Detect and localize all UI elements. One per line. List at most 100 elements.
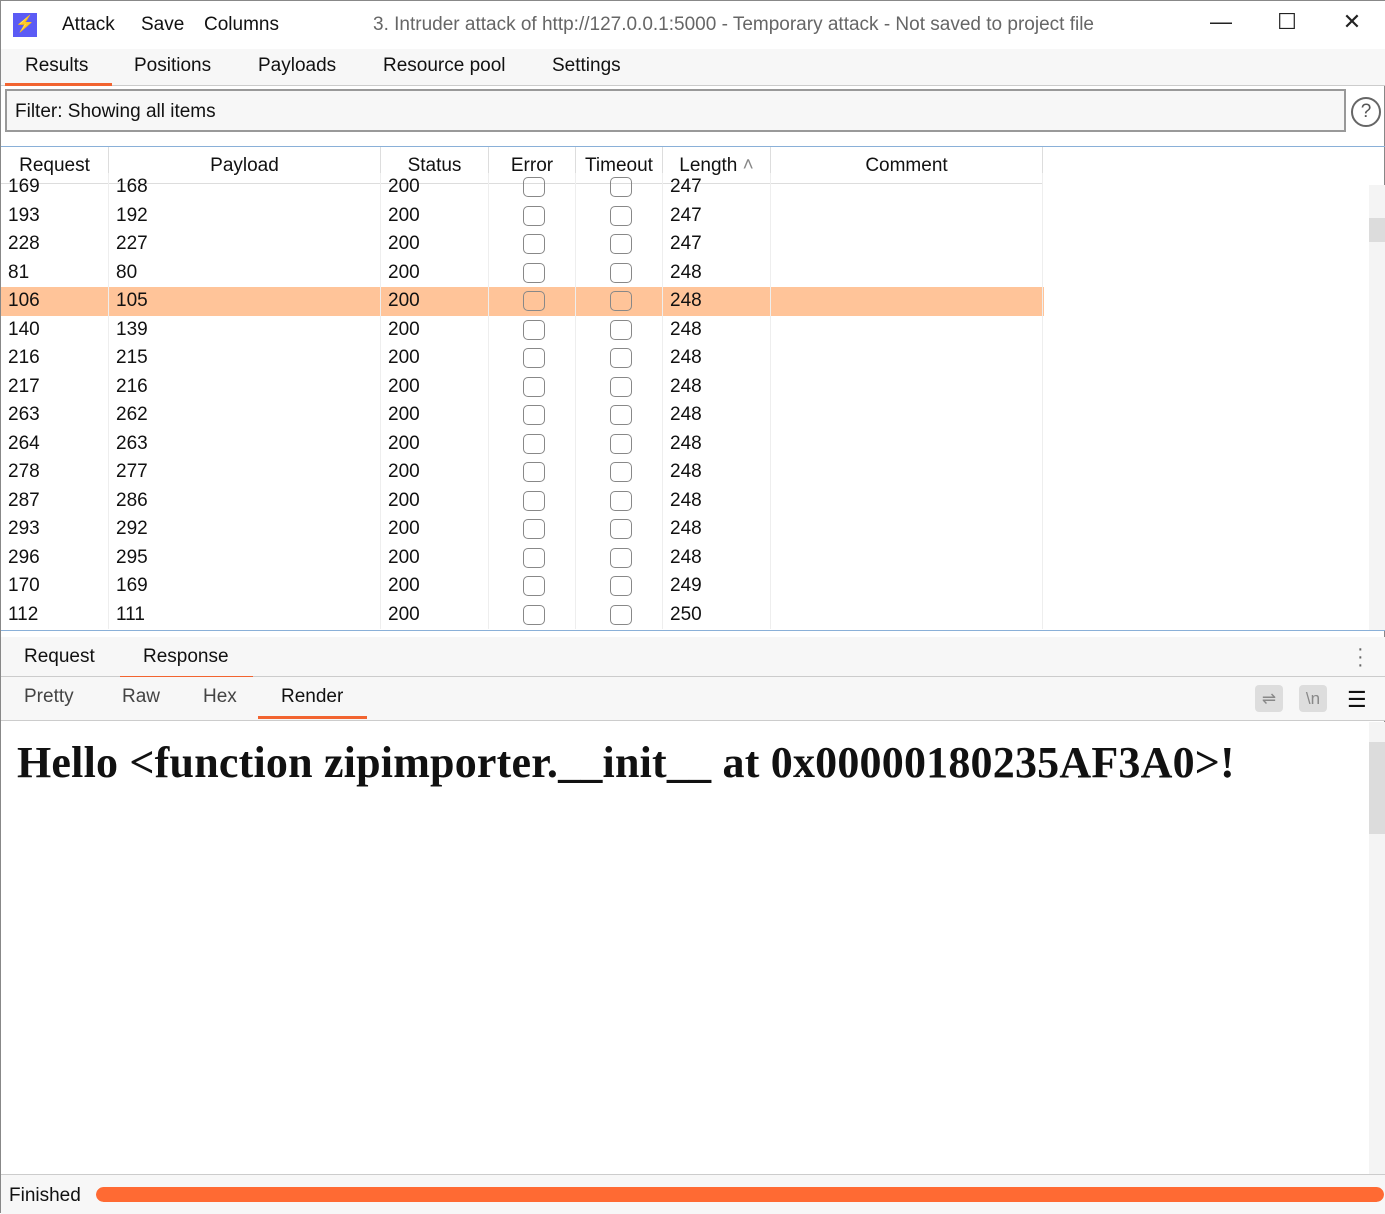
- timeout-cell: [576, 230, 663, 259]
- cell-status: 200: [381, 315, 489, 344]
- checkbox: [523, 462, 545, 482]
- cell-length: 248: [663, 515, 771, 544]
- cell-length: 248: [663, 258, 771, 287]
- timeout-cell: [576, 315, 663, 344]
- table-row[interactable]: 193 192 200 247: [1, 201, 1044, 230]
- error-cell: [489, 429, 576, 458]
- timeout-cell: [576, 258, 663, 287]
- checkbox: [610, 348, 632, 368]
- cell-comment: [771, 315, 1043, 344]
- help-icon[interactable]: ?: [1351, 97, 1381, 127]
- filter-bar[interactable]: Filter: Showing all items: [5, 89, 1346, 132]
- newline-icon[interactable]: \n: [1299, 685, 1327, 712]
- error-cell: [489, 600, 576, 629]
- cell-status: 200: [381, 572, 489, 601]
- table-row[interactable]: 112 111 200 250: [1, 600, 1044, 629]
- cell-status: 200: [381, 372, 489, 401]
- table-row[interactable]: 140 139 200 248: [1, 315, 1044, 344]
- checkbox: [523, 433, 545, 454]
- table-row[interactable]: 170 169 200 249: [1, 572, 1044, 601]
- menu-attack[interactable]: Attack: [62, 14, 115, 36]
- table-row[interactable]: 217 216 200 248: [1, 372, 1044, 401]
- timeout-cell: [576, 201, 663, 230]
- scrollbar-thumb[interactable]: [1369, 218, 1385, 242]
- checkbox: [610, 490, 632, 511]
- menu-columns[interactable]: Columns: [204, 14, 279, 36]
- cell-length: 248: [663, 486, 771, 515]
- cell-length: 248: [663, 401, 771, 430]
- checkbox: [610, 177, 632, 197]
- cell-request: 264: [1, 429, 109, 458]
- table-row[interactable]: 106 105 200 248: [1, 287, 1044, 316]
- checkbox: [610, 433, 632, 454]
- cell-payload: 262: [109, 401, 381, 430]
- tab-pretty[interactable]: Pretty: [24, 686, 74, 708]
- tab-raw[interactable]: Raw: [122, 686, 160, 708]
- table-row[interactable]: 228 227 200 247: [1, 230, 1044, 259]
- cell-payload: 139: [109, 315, 381, 344]
- tab-hex[interactable]: Hex: [203, 686, 237, 708]
- minimize-icon[interactable]: —: [1201, 9, 1241, 41]
- word-wrap-icon[interactable]: ⇌: [1255, 685, 1283, 712]
- tab-request[interactable]: Request: [24, 646, 95, 668]
- tab-settings[interactable]: Settings: [552, 55, 621, 77]
- checkbox: [610, 462, 632, 482]
- error-cell: [489, 173, 576, 202]
- cell-request: 170: [1, 572, 109, 601]
- cell-status: 200: [381, 230, 489, 259]
- checkbox: [523, 376, 545, 397]
- cell-length: 248: [663, 315, 771, 344]
- cell-payload: 111: [109, 600, 381, 629]
- cell-comment: [771, 287, 1043, 316]
- cell-payload: 169: [109, 572, 381, 601]
- error-cell: [489, 287, 576, 316]
- more-options-icon[interactable]: · · ·: [1357, 639, 1364, 675]
- table-row[interactable]: 296 295 200 248: [1, 543, 1044, 572]
- render-scrollbar[interactable]: [1369, 722, 1385, 1174]
- table-row[interactable]: 278 277 200 248: [1, 458, 1044, 487]
- table-row[interactable]: 293 292 200 248: [1, 515, 1044, 544]
- error-cell: [489, 201, 576, 230]
- checkbox: [610, 604, 632, 625]
- table-row[interactable]: 169 168 200 247: [1, 173, 1044, 202]
- tab-render[interactable]: Render: [257, 686, 368, 719]
- close-icon[interactable]: ✕: [1332, 9, 1372, 41]
- checkbox: [610, 576, 632, 596]
- cell-request: 278: [1, 458, 109, 487]
- table-row[interactable]: 263 262 200 248: [1, 401, 1044, 430]
- table-row[interactable]: 81 80 200 248: [1, 258, 1044, 287]
- tab-payloads[interactable]: Payloads: [258, 55, 336, 77]
- tab-positions[interactable]: Positions: [134, 55, 211, 77]
- table-row[interactable]: 287 286 200 248: [1, 486, 1044, 515]
- cell-status: 200: [381, 458, 489, 487]
- cell-request: 112: [1, 600, 109, 629]
- hamburger-icon[interactable]: ☰: [1347, 687, 1367, 713]
- cell-payload: 227: [109, 230, 381, 259]
- menu-save[interactable]: Save: [141, 14, 184, 36]
- lightning-icon: ⚡: [13, 13, 37, 37]
- checkbox: [610, 205, 632, 226]
- timeout-cell: [576, 486, 663, 515]
- cell-request: 287: [1, 486, 109, 515]
- tab-response[interactable]: Response: [120, 646, 253, 679]
- maximize-icon[interactable]: ☐: [1267, 9, 1307, 41]
- tab-resource-pool[interactable]: Resource pool: [383, 55, 506, 77]
- checkbox: [523, 604, 545, 625]
- timeout-cell: [576, 372, 663, 401]
- checkbox: [610, 262, 632, 283]
- checkbox: [523, 262, 545, 283]
- attack-tabs: Results Positions Payloads Resource pool…: [1, 49, 1385, 86]
- error-cell: [489, 543, 576, 572]
- cell-request: 169: [1, 173, 109, 202]
- table-scrollbar[interactable]: [1369, 185, 1385, 630]
- table-row[interactable]: 264 263 200 248: [1, 429, 1044, 458]
- timeout-cell: [576, 287, 663, 316]
- scrollbar-thumb[interactable]: [1369, 742, 1385, 834]
- cell-status: 200: [381, 543, 489, 572]
- checkbox: [610, 405, 632, 425]
- table-row[interactable]: 216 215 200 248: [1, 344, 1044, 373]
- cell-status: 200: [381, 173, 489, 202]
- cell-status: 200: [381, 344, 489, 373]
- tab-results[interactable]: Results: [4, 55, 113, 86]
- cell-status: 200: [381, 287, 489, 316]
